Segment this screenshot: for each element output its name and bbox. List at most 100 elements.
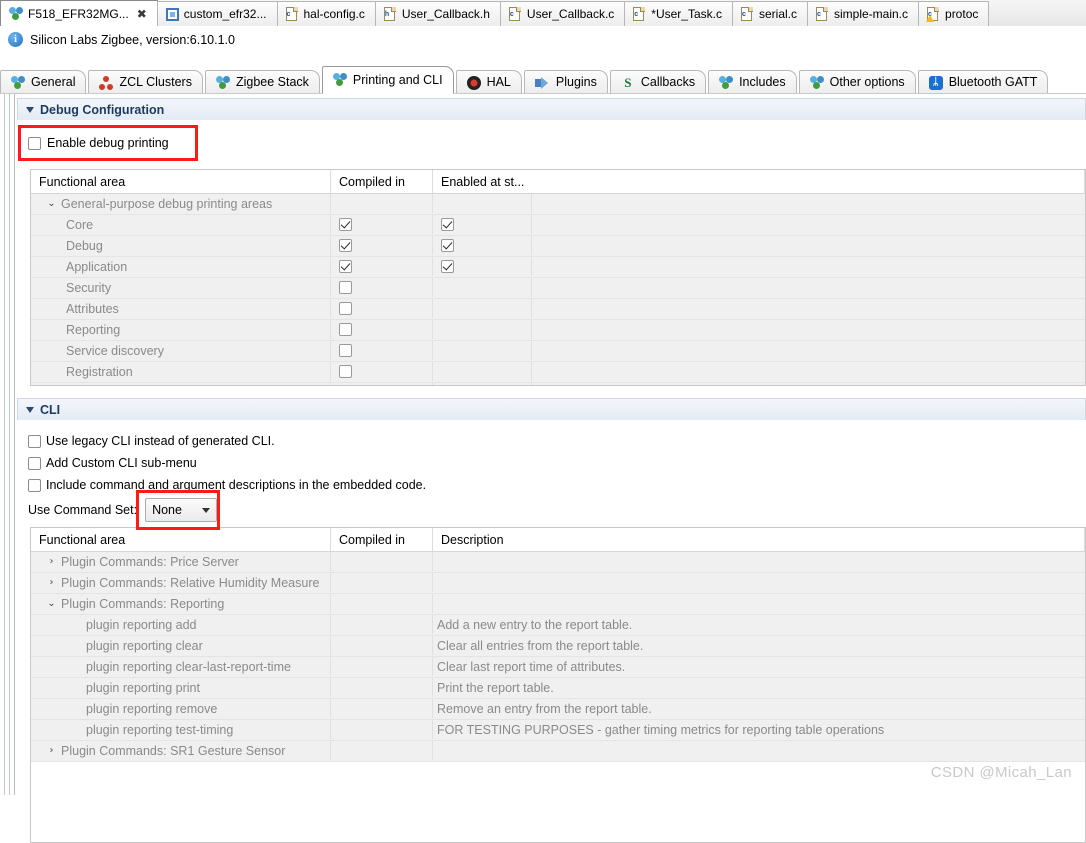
- table-row[interactable]: Application: [31, 257, 1085, 278]
- cell-compiled-in[interactable]: [331, 741, 433, 760]
- table-row[interactable]: › Plugin Commands: Relative Humidity Meas…: [31, 573, 1085, 594]
- cell-enabled-at-startup[interactable]: [433, 299, 532, 318]
- table-row[interactable]: › Plugin Commands: SR1 Gesture Sensor: [31, 741, 1085, 762]
- enabled-at-startup-checkbox[interactable]: [441, 239, 454, 252]
- table-row[interactable]: Registration: [31, 362, 1085, 383]
- cell-enabled-at-startup[interactable]: [433, 320, 532, 339]
- cell-compiled-in[interactable]: [331, 573, 433, 592]
- table-row[interactable]: Attributes: [31, 299, 1085, 320]
- table-row[interactable]: ⌄ Plugin Commands: Reporting: [31, 594, 1085, 615]
- column-header-compiled-in[interactable]: Compiled in: [331, 170, 433, 193]
- cli-commands-table[interactable]: Functional area Compiled in Description › Pl…: [30, 527, 1086, 843]
- editor-tab-7[interactable]: c simple-main.c: [807, 1, 920, 26]
- cell-compiled-in[interactable]: [331, 720, 433, 739]
- chevron-down-icon[interactable]: ⌄: [45, 594, 58, 613]
- editor-tab-8[interactable]: c protoc: [918, 1, 990, 26]
- compiled-in-checkbox[interactable]: [339, 344, 352, 357]
- table-row[interactable]: ZDO (ZigBee Device Object): [31, 383, 1085, 385]
- chevron-right-icon[interactable]: ›: [45, 552, 58, 571]
- tab-other-options[interactable]: Other options: [798, 70, 916, 94]
- editor-tab-1[interactable]: custom_efr32...: [156, 1, 278, 26]
- compiled-in-checkbox[interactable]: [339, 260, 352, 273]
- cell-compiled-in[interactable]: [331, 552, 433, 571]
- cell-enabled-at-startup[interactable]: [433, 194, 532, 213]
- cell-enabled-at-startup[interactable]: [433, 341, 532, 360]
- tab-plugins[interactable]: Plugins: [523, 70, 608, 94]
- column-header-functional-area[interactable]: Functional area: [31, 170, 331, 193]
- tab-printing-and-cli[interactable]: Printing and CLI: [321, 66, 454, 94]
- compiled-in-checkbox[interactable]: [339, 239, 352, 252]
- cell-compiled-in[interactable]: [331, 320, 433, 339]
- tab-general[interactable]: General: [0, 70, 87, 94]
- table-row[interactable]: Core: [31, 215, 1085, 236]
- cell-compiled-in[interactable]: [331, 299, 433, 318]
- chevron-down-icon[interactable]: ⌄: [45, 194, 58, 213]
- cell-compiled-in[interactable]: [331, 341, 433, 360]
- table-row[interactable]: plugin reporting remove Remove an entry f…: [31, 699, 1085, 720]
- editor-tab-5[interactable]: c *User_Task.c: [624, 1, 733, 26]
- enable-debug-printing-row[interactable]: Enable debug printing: [28, 136, 169, 150]
- table-row[interactable]: › Plugin Commands: Price Server: [31, 552, 1085, 573]
- compiled-in-checkbox[interactable]: [339, 365, 352, 378]
- compiled-in-checkbox[interactable]: [339, 218, 352, 231]
- tab-zigbee-stack[interactable]: Zigbee Stack: [204, 70, 320, 94]
- editor-tab-3[interactable]: h User_Callback.h: [374, 1, 501, 26]
- cell-compiled-in[interactable]: [331, 362, 433, 381]
- tab-zcl-clusters[interactable]: ZCL Clusters: [88, 70, 203, 94]
- table-row[interactable]: Service discovery: [31, 341, 1085, 362]
- editor-tab-6[interactable]: c serial.c: [731, 1, 808, 26]
- table-row[interactable]: plugin reporting test-timing FOR TESTING …: [31, 720, 1085, 741]
- cell-enabled-at-startup[interactable]: [433, 257, 532, 276]
- table-row[interactable]: ⌄ General-purpose debug printing areas: [31, 194, 1085, 215]
- cell-compiled-in[interactable]: [331, 278, 433, 297]
- table-row[interactable]: Debug: [31, 236, 1085, 257]
- compiled-in-checkbox[interactable]: [339, 323, 352, 336]
- column-header-compiled-in[interactable]: Compiled in: [331, 528, 433, 551]
- compiled-in-checkbox[interactable]: [339, 281, 352, 294]
- tab-includes[interactable]: Includes: [708, 70, 797, 94]
- cell-compiled-in[interactable]: [331, 215, 433, 234]
- cli-option-2[interactable]: Include command and argument description…: [28, 474, 828, 496]
- cell-enabled-at-startup[interactable]: [433, 383, 532, 385]
- tab-bluetooth-gatt[interactable]: ᛦ Bluetooth GATT: [917, 70, 1049, 94]
- command-set-dropdown[interactable]: None: [145, 498, 218, 522]
- cell-compiled-in[interactable]: [331, 678, 433, 697]
- cli-option-1[interactable]: Add Custom CLI sub-menu: [28, 452, 828, 474]
- chevron-right-icon[interactable]: ›: [45, 573, 58, 592]
- cli-option-0[interactable]: Use legacy CLI instead of generated CLI.: [28, 430, 828, 452]
- tab-hal[interactable]: HAL: [455, 70, 522, 94]
- cell-compiled-in[interactable]: [331, 594, 433, 613]
- cell-enabled-at-startup[interactable]: [433, 236, 532, 255]
- cell-compiled-in[interactable]: [331, 383, 433, 385]
- tab-callbacks[interactable]: S Callbacks: [609, 70, 707, 94]
- cell-compiled-in[interactable]: [331, 257, 433, 276]
- cell-compiled-in[interactable]: [331, 615, 433, 634]
- column-header-description[interactable]: Description: [433, 528, 1085, 551]
- cell-compiled-in[interactable]: [331, 194, 433, 213]
- debug-configuration-header[interactable]: Debug Configuration: [17, 98, 1086, 120]
- enable-debug-printing-checkbox[interactable]: [28, 136, 41, 150]
- editor-tab-2[interactable]: c hal-config.c: [276, 1, 376, 26]
- table-row[interactable]: Security: [31, 278, 1085, 299]
- column-header-functional-area[interactable]: Functional area: [31, 528, 331, 551]
- enabled-at-startup-checkbox[interactable]: [441, 260, 454, 273]
- chevron-right-icon[interactable]: ›: [45, 741, 58, 760]
- cell-enabled-at-startup[interactable]: [433, 362, 532, 381]
- cell-enabled-at-startup[interactable]: [433, 278, 532, 297]
- table-row[interactable]: plugin reporting add Add a new entry to t…: [31, 615, 1085, 636]
- column-header-enabled-at-st-[interactable]: Enabled at st...: [433, 170, 1085, 193]
- editor-tab-4[interactable]: c User_Callback.c: [499, 1, 626, 26]
- cli-option-checkbox[interactable]: [28, 434, 41, 448]
- cell-compiled-in[interactable]: [331, 657, 433, 676]
- cli-option-checkbox[interactable]: [28, 478, 41, 492]
- cell-compiled-in[interactable]: [331, 236, 433, 255]
- table-row[interactable]: plugin reporting print Print the report t…: [31, 678, 1085, 699]
- table-row[interactable]: plugin reporting clear-last-report-time C…: [31, 657, 1085, 678]
- cli-section-header[interactable]: CLI: [17, 398, 1086, 420]
- cell-compiled-in[interactable]: [331, 636, 433, 655]
- table-row[interactable]: plugin reporting clear Clear all entries …: [31, 636, 1085, 657]
- close-icon[interactable]: ✖: [137, 7, 147, 21]
- compiled-in-checkbox[interactable]: [339, 302, 352, 315]
- table-row[interactable]: Reporting: [31, 320, 1085, 341]
- editor-tab-0[interactable]: F518_EFR32MG... ✖: [0, 0, 158, 26]
